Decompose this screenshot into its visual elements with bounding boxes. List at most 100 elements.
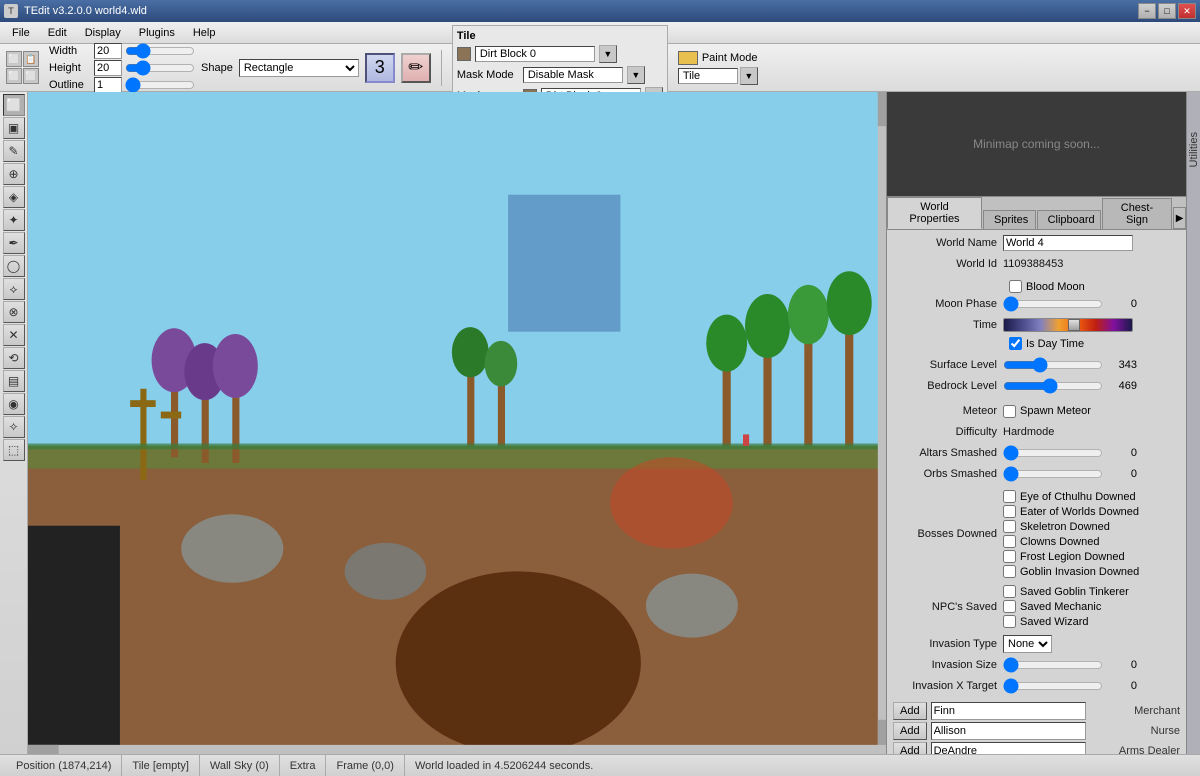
- spawn-meteor-checkbox[interactable]: [1003, 405, 1016, 418]
- npc-row-1: Add Nurse: [893, 722, 1180, 740]
- npc-add-1[interactable]: Add: [893, 722, 927, 740]
- width-slider[interactable]: [125, 46, 195, 56]
- menu-edit[interactable]: Edit: [40, 25, 75, 41]
- eye-cthulhu-label: Eye of Cthulhu Downed: [1020, 491, 1136, 503]
- tool-11[interactable]: ⟲: [3, 347, 25, 369]
- tool-6[interactable]: ✒: [3, 232, 25, 254]
- saved-wizard-checkbox[interactable]: [1003, 615, 1016, 628]
- menu-display[interactable]: Display: [77, 25, 129, 41]
- npc-add-2[interactable]: Add: [893, 742, 927, 754]
- moon-phase-slider[interactable]: [1003, 298, 1103, 310]
- wall-label: Wall: [210, 760, 231, 772]
- eater-worlds-checkbox[interactable]: [1003, 505, 1016, 518]
- npc-name-0[interactable]: [931, 702, 1086, 720]
- shape-row: Shape Rectangle: [201, 59, 359, 77]
- tool-15[interactable]: ⬚: [3, 439, 25, 461]
- saved-mechanic-checkbox[interactable]: [1003, 600, 1016, 613]
- canvas-area[interactable]: [28, 92, 886, 754]
- invasion-type-select[interactable]: None: [1003, 635, 1052, 653]
- world-canvas[interactable]: [28, 92, 886, 754]
- time-row: Time: [893, 316, 1180, 334]
- paint-mode-select[interactable]: Tile: [678, 68, 738, 84]
- tab-world-properties[interactable]: World Properties: [887, 197, 982, 229]
- world-loaded-text: World loaded in 4.5206244 seconds.: [415, 760, 593, 772]
- height-input[interactable]: [94, 60, 122, 76]
- eye-cthulhu-checkbox[interactable]: [1003, 490, 1016, 503]
- tab-chest-sign[interactable]: Chest-Sign: [1102, 198, 1173, 229]
- orbs-slider[interactable]: [1003, 468, 1103, 480]
- mask-mode-label: Mask Mode: [457, 69, 519, 81]
- world-name-input[interactable]: [1003, 235, 1133, 251]
- is-day-checkbox[interactable]: [1009, 337, 1022, 350]
- tool-3[interactable]: ⊕: [3, 163, 25, 185]
- close-button[interactable]: ✕: [1178, 3, 1196, 19]
- menu-plugins[interactable]: Plugins: [131, 25, 183, 41]
- maximize-button[interactable]: □: [1158, 3, 1176, 19]
- tool-2[interactable]: ✎: [3, 140, 25, 162]
- paint-mode-dropdown[interactable]: ▼: [740, 67, 758, 85]
- tile-select-box[interactable]: Dirt Block 0: [475, 46, 595, 62]
- width-input[interactable]: [94, 43, 122, 59]
- orbs-label: Orbs Smashed: [893, 468, 1003, 480]
- npc-name-1[interactable]: [931, 722, 1086, 740]
- bedrock-level-slider[interactable]: [1003, 380, 1103, 392]
- tool-12[interactable]: ▤: [3, 370, 25, 392]
- menu-file[interactable]: File: [4, 25, 38, 41]
- invasion-x-slider[interactable]: [1003, 680, 1103, 692]
- tab-clipboard[interactable]: Clipboard: [1037, 210, 1101, 229]
- frost-legion-label: Frost Legion Downed: [1020, 551, 1125, 563]
- world-name-row: World Name: [893, 234, 1180, 252]
- goblin-invasion-checkbox[interactable]: [1003, 565, 1016, 578]
- world-id-label: World Id: [893, 258, 1003, 270]
- surface-level-slider[interactable]: [1003, 359, 1103, 371]
- clowns-checkbox[interactable]: [1003, 535, 1016, 548]
- tool-eraser[interactable]: ✏: [401, 53, 431, 83]
- extra-label: Extra: [290, 760, 316, 772]
- frost-legion-checkbox[interactable]: [1003, 550, 1016, 563]
- mask-mode-select[interactable]: Disable Mask: [523, 67, 623, 83]
- blood-moon-checkbox[interactable]: [1009, 280, 1022, 293]
- tool-14[interactable]: ✧: [3, 416, 25, 438]
- world-id-row: World Id 1109388453: [893, 255, 1180, 273]
- surface-level-value: 343: [1107, 359, 1137, 371]
- outline-slider[interactable]: [125, 80, 195, 90]
- moon-phase-label: Moon Phase: [893, 298, 1003, 310]
- menu-help[interactable]: Help: [185, 25, 224, 41]
- mask-mode-dropdown[interactable]: ▼: [627, 66, 645, 84]
- skeletron-checkbox[interactable]: [1003, 520, 1016, 533]
- invasion-size-slider[interactable]: [1003, 659, 1103, 671]
- tile-dropdown-btn[interactable]: ▼: [599, 45, 617, 63]
- shape-select[interactable]: Rectangle: [239, 59, 359, 77]
- npc-name-2[interactable]: [931, 742, 1086, 754]
- difficulty-row: Difficulty Hardmode: [893, 423, 1180, 441]
- tool-4[interactable]: ◈: [3, 186, 25, 208]
- time-slider-thumb[interactable]: [1068, 319, 1080, 331]
- tool-13[interactable]: ◉: [3, 393, 25, 415]
- tab-sprites[interactable]: Sprites: [983, 210, 1036, 229]
- tool-7[interactable]: ◯: [3, 255, 25, 277]
- tool-10[interactable]: ✕: [3, 324, 25, 346]
- saved-goblin-checkbox[interactable]: [1003, 585, 1016, 598]
- bedrock-level-value: 469: [1107, 380, 1137, 392]
- right-panel: Minimap coming soon... World Properties …: [886, 92, 1186, 754]
- npc-add-0[interactable]: Add: [893, 702, 927, 720]
- properties-panel[interactable]: World Name World Id 1109388453 Blood Moo…: [887, 230, 1186, 754]
- tab-arrow[interactable]: ▶: [1173, 207, 1186, 229]
- height-slider[interactable]: [125, 63, 195, 73]
- outline-input[interactable]: [94, 77, 122, 93]
- tool-9[interactable]: ⊗: [3, 301, 25, 323]
- pencil-icon: 3: [375, 57, 385, 78]
- minimize-button[interactable]: −: [1138, 3, 1156, 19]
- time-slider-container[interactable]: [1003, 318, 1133, 332]
- tool-5[interactable]: ✦: [3, 209, 25, 231]
- tool-pencil[interactable]: 3: [365, 53, 395, 83]
- utilities-label[interactable]: Utilities: [1188, 132, 1200, 167]
- window-title: TEdit v3.2.0.0 world4.wld: [24, 5, 147, 17]
- tool-1[interactable]: ▣: [3, 117, 25, 139]
- tool-select[interactable]: ⬜: [3, 94, 25, 116]
- frame-value: (0,0): [371, 760, 394, 772]
- paint-mode-section: Paint Mode Tile ▼: [678, 51, 762, 85]
- tool-8[interactable]: ⟡: [3, 278, 25, 300]
- height-label: Height: [49, 62, 91, 74]
- altars-slider[interactable]: [1003, 447, 1103, 459]
